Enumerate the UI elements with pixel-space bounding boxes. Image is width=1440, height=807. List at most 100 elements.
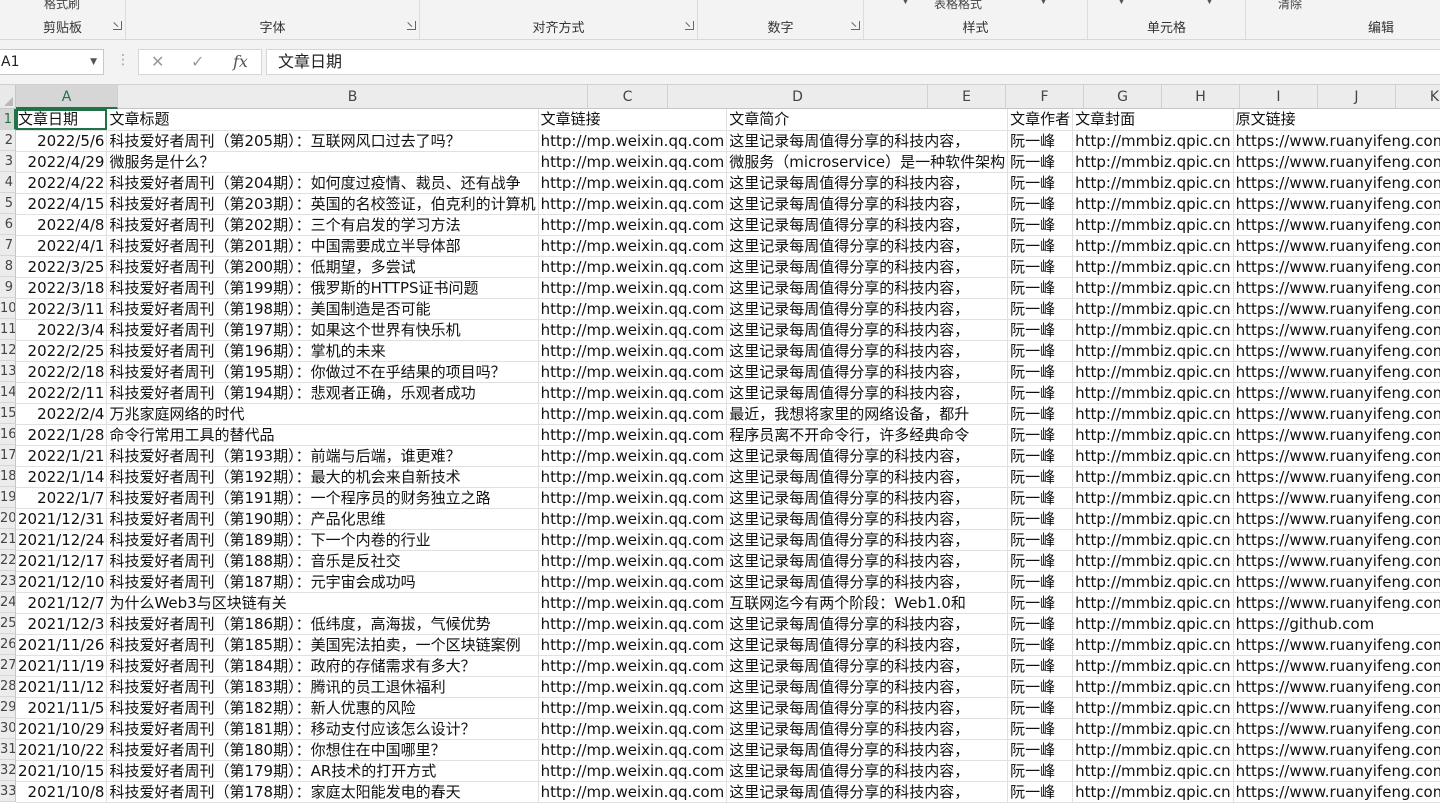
cell[interactable]: 阮一峰 bbox=[1007, 613, 1074, 635]
cell[interactable]: https://www.ruanyifeng.com bbox=[1233, 361, 1440, 383]
cell[interactable]: 阮一峰 bbox=[1007, 466, 1074, 488]
cell[interactable]: 2022/3/18 bbox=[16, 277, 108, 299]
cell[interactable]: 阮一峰 bbox=[1007, 214, 1074, 236]
cell[interactable]: 科技爱好者周刊（第179期）：AR技术的打开方式 bbox=[106, 760, 539, 782]
cell[interactable]: http://mp.weixin.qq.com bbox=[538, 340, 728, 362]
row-header[interactable]: 6 bbox=[0, 214, 16, 235]
chevron-down-icon[interactable]: ▼ bbox=[1040, 0, 1047, 6]
cell[interactable]: http://mmbiz.qpic.cn bbox=[1072, 571, 1234, 593]
cell[interactable]: 这里记录每周值得分享的科技内容， bbox=[726, 550, 1009, 572]
row-header[interactable]: 5 bbox=[0, 193, 16, 214]
cell[interactable]: 万兆家庭网络的时代 bbox=[106, 403, 539, 425]
row-header[interactable]: 13 bbox=[0, 361, 16, 382]
cell[interactable]: 阮一峰 bbox=[1007, 487, 1074, 509]
column-header-d[interactable]: D bbox=[668, 85, 928, 109]
row-header[interactable]: 18 bbox=[0, 466, 16, 487]
cell[interactable]: 这里记录每周值得分享的科技内容， bbox=[726, 172, 1009, 194]
row-header[interactable]: 30 bbox=[0, 718, 16, 739]
cell[interactable]: 这里记录每周值得分享的科技内容， bbox=[726, 193, 1009, 215]
formula-input[interactable]: 文章日期 bbox=[266, 49, 1440, 75]
cell[interactable]: 阮一峰 bbox=[1007, 571, 1074, 593]
cell[interactable]: http://mmbiz.qpic.cn bbox=[1072, 424, 1234, 446]
cell[interactable]: 阮一峰 bbox=[1007, 445, 1074, 467]
cell[interactable]: 科技爱好者周刊（第205期）：互联网风口过去了吗？ bbox=[106, 130, 539, 152]
cell[interactable]: 这里记录每周值得分享的科技内容， bbox=[726, 277, 1009, 299]
cell[interactable]: http://mp.weixin.qq.com bbox=[538, 172, 728, 194]
cell[interactable]: 2022/2/4 bbox=[16, 403, 108, 425]
cell[interactable]: 阮一峰 bbox=[1007, 382, 1074, 404]
cell[interactable]: 科技爱好者周刊（第203期）：英国的名校签证，伯克利的计算机 bbox=[106, 193, 539, 215]
row-header[interactable]: 4 bbox=[0, 172, 16, 193]
cell[interactable]: 2022/1/21 bbox=[16, 445, 108, 467]
cell[interactable]: 科技爱好者周刊（第196期）：掌机的未来 bbox=[106, 340, 539, 362]
cell[interactable]: 阮一峰 bbox=[1007, 172, 1074, 194]
cell[interactable]: 阮一峰 bbox=[1007, 592, 1074, 614]
cell[interactable]: http://mp.weixin.qq.com bbox=[538, 298, 728, 320]
cell[interactable]: https://www.ruanyifeng.com bbox=[1233, 151, 1440, 173]
row-header[interactable]: 29 bbox=[0, 697, 16, 718]
cell[interactable]: https://www.ruanyifeng.com bbox=[1233, 172, 1440, 194]
cell[interactable]: https://www.ruanyifeng.com bbox=[1233, 760, 1440, 782]
cell[interactable]: http://mp.weixin.qq.com bbox=[538, 214, 728, 236]
cell[interactable]: 阮一峰 bbox=[1007, 235, 1074, 257]
cell[interactable]: 阮一峰 bbox=[1007, 361, 1074, 383]
cell[interactable]: 这里记录每周值得分享的科技内容， bbox=[726, 739, 1009, 761]
cell[interactable]: http://mmbiz.qpic.cn bbox=[1072, 655, 1234, 677]
cell[interactable]: 2022/2/18 bbox=[16, 361, 108, 383]
cell[interactable]: https://www.ruanyifeng.com bbox=[1233, 277, 1440, 299]
cell[interactable]: 微服务（microservice）是一种软件架构 bbox=[726, 151, 1009, 173]
cell[interactable]: http://mp.weixin.qq.com bbox=[538, 571, 728, 593]
cell[interactable]: 这里记录每周值得分享的科技内容， bbox=[726, 655, 1009, 677]
column-header-j[interactable]: J bbox=[1318, 85, 1396, 109]
row-header[interactable]: 26 bbox=[0, 634, 16, 655]
cell[interactable]: http://mmbiz.qpic.cn bbox=[1072, 529, 1234, 551]
cell[interactable]: 科技爱好者周刊（第199期）：俄罗斯的HTTPS证书问题 bbox=[106, 277, 539, 299]
column-header-i[interactable]: I bbox=[1240, 85, 1318, 109]
cell[interactable]: http://mp.weixin.qq.com bbox=[538, 760, 728, 782]
cell[interactable]: 这里记录每周值得分享的科技内容， bbox=[726, 235, 1009, 257]
cell[interactable]: 科技爱好者周刊（第197期）：如果这个世界有快乐机 bbox=[106, 319, 539, 341]
cell[interactable]: 这里记录每周值得分享的科技内容， bbox=[726, 214, 1009, 236]
row-header[interactable]: 28 bbox=[0, 676, 16, 697]
column-header-g[interactable]: G bbox=[1084, 85, 1162, 109]
cell[interactable]: http://mp.weixin.qq.com bbox=[538, 361, 728, 383]
cell[interactable]: 阮一峰 bbox=[1007, 529, 1074, 551]
active-cell[interactable]: 文章日期 bbox=[16, 109, 108, 131]
row-header[interactable]: 25 bbox=[0, 613, 16, 634]
column-header-f[interactable]: F bbox=[1006, 85, 1084, 109]
header-cell[interactable]: 文章封面 bbox=[1072, 109, 1234, 131]
cell[interactable]: 2022/4/8 bbox=[16, 214, 108, 236]
cell[interactable]: http://mmbiz.qpic.cn bbox=[1072, 193, 1234, 215]
row-header[interactable]: 2 bbox=[0, 130, 16, 151]
row-header[interactable]: 15 bbox=[0, 403, 16, 424]
cell[interactable]: 阮一峰 bbox=[1007, 508, 1074, 530]
row-header[interactable]: 23 bbox=[0, 571, 16, 592]
cell[interactable]: https://www.ruanyifeng.com bbox=[1233, 214, 1440, 236]
cell[interactable]: 2021/12/17 bbox=[16, 550, 108, 572]
row-header[interactable]: 9 bbox=[0, 277, 16, 298]
cell[interactable]: https://github.com bbox=[1233, 613, 1440, 635]
cell[interactable]: 科技爱好者周刊（第201期）：中国需要成立半导体部 bbox=[106, 235, 539, 257]
cell[interactable]: 这里记录每周值得分享的科技内容， bbox=[726, 319, 1009, 341]
cell[interactable]: 科技爱好者周刊（第180期）：你想住在中国哪里？ bbox=[106, 739, 539, 761]
row-header[interactable]: 19 bbox=[0, 487, 16, 508]
row-header[interactable]: 16 bbox=[0, 424, 16, 445]
cell[interactable]: https://www.ruanyifeng.com bbox=[1233, 718, 1440, 740]
cell[interactable]: 2022/3/25 bbox=[16, 256, 108, 278]
cell[interactable]: 科技爱好者周刊（第193期）：前端与后端，谁更难？ bbox=[106, 445, 539, 467]
cell[interactable]: http://mmbiz.qpic.cn bbox=[1072, 214, 1234, 236]
enter-icon[interactable]: ✓ bbox=[191, 52, 204, 71]
row-header[interactable]: 7 bbox=[0, 235, 16, 256]
chevron-down-icon[interactable]: ▼ bbox=[90, 50, 97, 74]
cell[interactable]: http://mmbiz.qpic.cn bbox=[1072, 550, 1234, 572]
row-header[interactable]: 17 bbox=[0, 445, 16, 466]
cell[interactable]: 2022/4/29 bbox=[16, 151, 108, 173]
cell[interactable]: http://mp.weixin.qq.com bbox=[538, 382, 728, 404]
cell[interactable]: 科技爱好者周刊（第187期）：元宇宙会成功吗 bbox=[106, 571, 539, 593]
cell[interactable]: 这里记录每周值得分享的科技内容， bbox=[726, 298, 1009, 320]
cell[interactable]: 阮一峰 bbox=[1007, 403, 1074, 425]
dialog-launcher-icon[interactable] bbox=[407, 21, 416, 30]
cell[interactable]: 这里记录每周值得分享的科技内容， bbox=[726, 676, 1009, 698]
cell[interactable]: 2022/1/14 bbox=[16, 466, 108, 488]
cell[interactable]: 2022/2/25 bbox=[16, 340, 108, 362]
